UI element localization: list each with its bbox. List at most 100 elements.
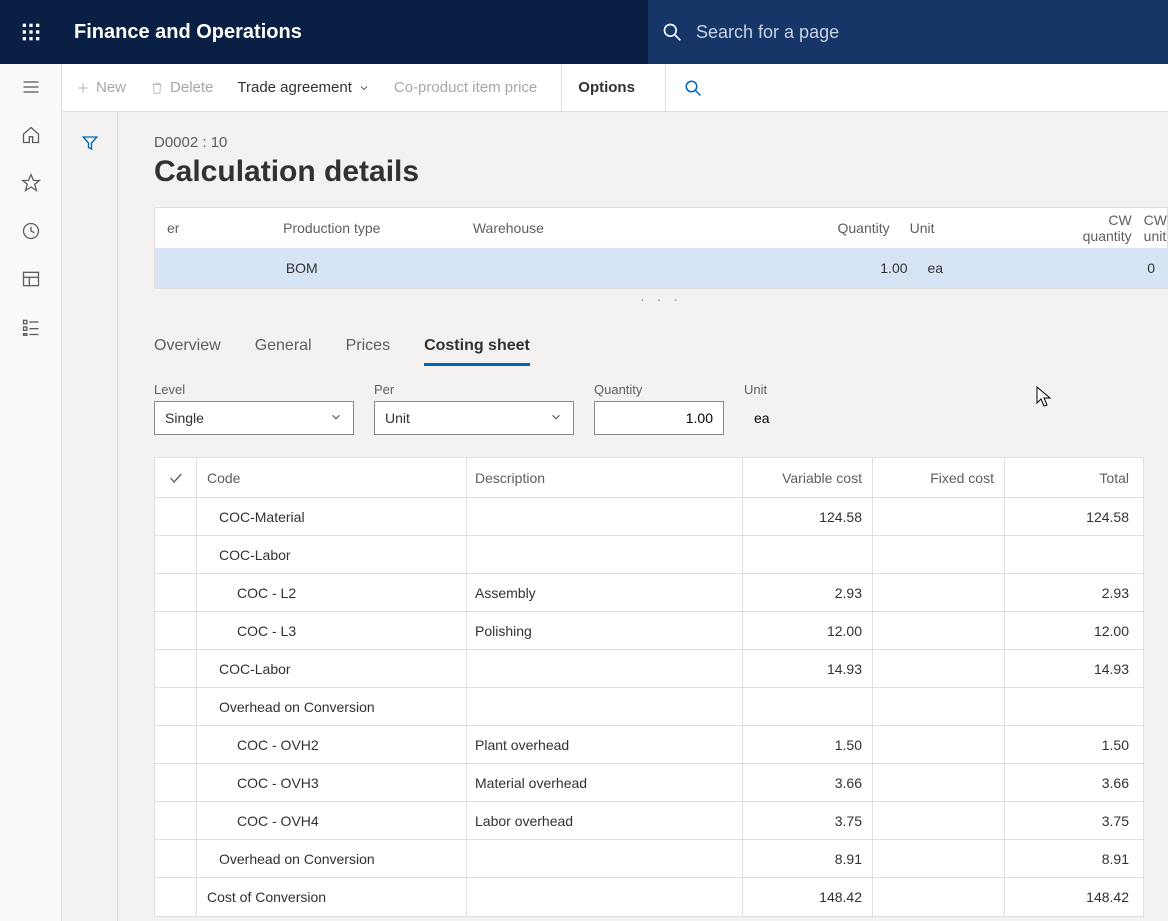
cell-code: COC-Labor (197, 536, 467, 573)
row-checkbox[interactable] (155, 498, 197, 535)
table-row[interactable]: Overhead on Conversion (155, 688, 1143, 726)
cell-variable-cost: 3.75 (743, 802, 873, 839)
cell-description (467, 498, 743, 535)
tab-prices[interactable]: Prices (346, 337, 390, 366)
col-er[interactable]: er (155, 220, 271, 236)
cell-code: COC - L3 (197, 612, 467, 649)
per-value: Unit (385, 410, 410, 426)
cell-total (1005, 536, 1143, 573)
cell-fixed-cost (873, 726, 1005, 763)
cell-description (467, 536, 743, 573)
filter-icon[interactable] (81, 134, 99, 921)
cell-cw-quantity: 0 (1077, 260, 1161, 276)
level-label: Level (154, 382, 354, 397)
cell-description (467, 878, 743, 916)
cell-fixed-cost (873, 612, 1005, 649)
row-checkbox[interactable] (155, 840, 197, 877)
costing-grid: Code Description Variable cost Fixed cos… (154, 457, 1144, 917)
table-row[interactable]: COC-Labor14.9314.93 (155, 650, 1143, 688)
col-cw-unit[interactable]: CW unit (1138, 212, 1167, 244)
home-icon[interactable] (20, 124, 42, 146)
coproduct-button[interactable]: Co-product item price (394, 79, 537, 96)
breadcrumb: D0002 : 10 (154, 134, 1168, 151)
workspace-icon[interactable] (20, 268, 42, 290)
cell-code: COC - OVH2 (197, 726, 467, 763)
row-checkbox[interactable] (155, 536, 197, 573)
new-button[interactable]: New (76, 79, 126, 96)
app-title: Finance and Operations (74, 21, 302, 44)
trade-label: Trade agreement (237, 79, 352, 96)
col-quantity[interactable]: Quantity (697, 220, 901, 236)
col-fixed-cost[interactable]: Fixed cost (873, 458, 1005, 497)
costing-grid-header: Code Description Variable cost Fixed cos… (155, 458, 1143, 498)
table-row[interactable]: COC - L2Assembly2.932.93 (155, 574, 1143, 612)
star-icon[interactable] (20, 172, 42, 194)
cell-variable-cost: 12.00 (743, 612, 873, 649)
col-description[interactable]: Description (467, 458, 743, 497)
cell-unit: ea (920, 260, 1077, 276)
select-all-checkbox[interactable] (155, 458, 197, 497)
more-rows-indicator[interactable]: · · · (154, 289, 1168, 309)
col-code[interactable]: Code (197, 458, 467, 497)
col-variable-cost[interactable]: Variable cost (743, 458, 873, 497)
search-input[interactable] (696, 22, 1168, 43)
coproduct-label: Co-product item price (394, 79, 537, 96)
table-row[interactable]: COC-Material124.58124.58 (155, 498, 1143, 536)
delete-label: Delete (170, 79, 213, 96)
summary-grid: er Production type Warehouse Quantity Un… (154, 207, 1168, 289)
row-checkbox[interactable] (155, 802, 197, 839)
cell-code: Cost of Conversion (197, 878, 467, 916)
table-row[interactable]: Overhead on Conversion8.918.91 (155, 840, 1143, 878)
left-nav-rail (0, 64, 62, 921)
modules-icon[interactable] (20, 316, 42, 338)
table-row[interactable]: COC - OVH2Plant overhead1.501.50 (155, 726, 1143, 764)
row-checkbox[interactable] (155, 764, 197, 801)
table-row[interactable]: COC - OVH4Labor overhead3.753.75 (155, 802, 1143, 840)
cell-total: 12.00 (1005, 612, 1143, 649)
cell-description: Plant overhead (467, 726, 743, 763)
cell-total: 1.50 (1005, 726, 1143, 763)
recent-icon[interactable] (20, 220, 42, 242)
col-unit[interactable]: Unit (902, 220, 1055, 236)
cell-code: Overhead on Conversion (197, 840, 467, 877)
apps-waffle-icon[interactable] (0, 0, 62, 64)
row-checkbox[interactable] (155, 612, 197, 649)
find-button[interactable] (665, 64, 702, 112)
cell-fixed-cost (873, 802, 1005, 839)
delete-button[interactable]: Delete (150, 79, 213, 96)
row-checkbox[interactable] (155, 688, 197, 725)
filter-column (62, 112, 118, 921)
row-checkbox[interactable] (155, 650, 197, 687)
options-label: Options (578, 79, 635, 96)
tab-costing-sheet[interactable]: Costing sheet (424, 337, 530, 366)
row-checkbox[interactable] (155, 878, 197, 916)
col-cw-quantity[interactable]: CW quantity (1055, 212, 1138, 244)
global-topbar: Finance and Operations (0, 0, 1168, 64)
level-dropdown[interactable]: Single (154, 401, 354, 435)
tab-overview[interactable]: Overview (154, 337, 221, 366)
table-row[interactable]: COC - L3Polishing12.0012.00 (155, 612, 1143, 650)
tabs: Overview General Prices Costing sheet (154, 337, 1168, 366)
col-total[interactable]: Total (1005, 458, 1143, 497)
trade-agreement-dropdown[interactable]: Trade agreement (237, 79, 370, 96)
cell-description (467, 650, 743, 687)
table-row[interactable]: Cost of Conversion148.42148.42 (155, 878, 1143, 916)
controls-row: Level Single Per Unit Quantity Unit (154, 382, 1168, 435)
tab-general[interactable]: General (255, 337, 312, 366)
table-row[interactable]: COC - OVH3Material overhead3.663.66 (155, 764, 1143, 802)
quantity-input[interactable] (594, 401, 724, 435)
search-container (648, 0, 1168, 64)
row-checkbox[interactable] (155, 574, 197, 611)
quantity-control: Quantity (594, 382, 724, 435)
col-warehouse[interactable]: Warehouse (461, 220, 697, 236)
per-dropdown[interactable]: Unit (374, 401, 574, 435)
hamburger-icon[interactable] (20, 76, 42, 98)
col-production-type[interactable]: Production type (271, 220, 461, 236)
cell-variable-cost: 148.42 (743, 878, 873, 916)
cell-description: Polishing (467, 612, 743, 649)
row-checkbox[interactable] (155, 726, 197, 763)
cell-total: 2.93 (1005, 574, 1143, 611)
options-button[interactable]: Options (561, 64, 635, 112)
summary-data-row[interactable]: BOM 1.00 ea 0 (155, 248, 1167, 288)
table-row[interactable]: COC-Labor (155, 536, 1143, 574)
